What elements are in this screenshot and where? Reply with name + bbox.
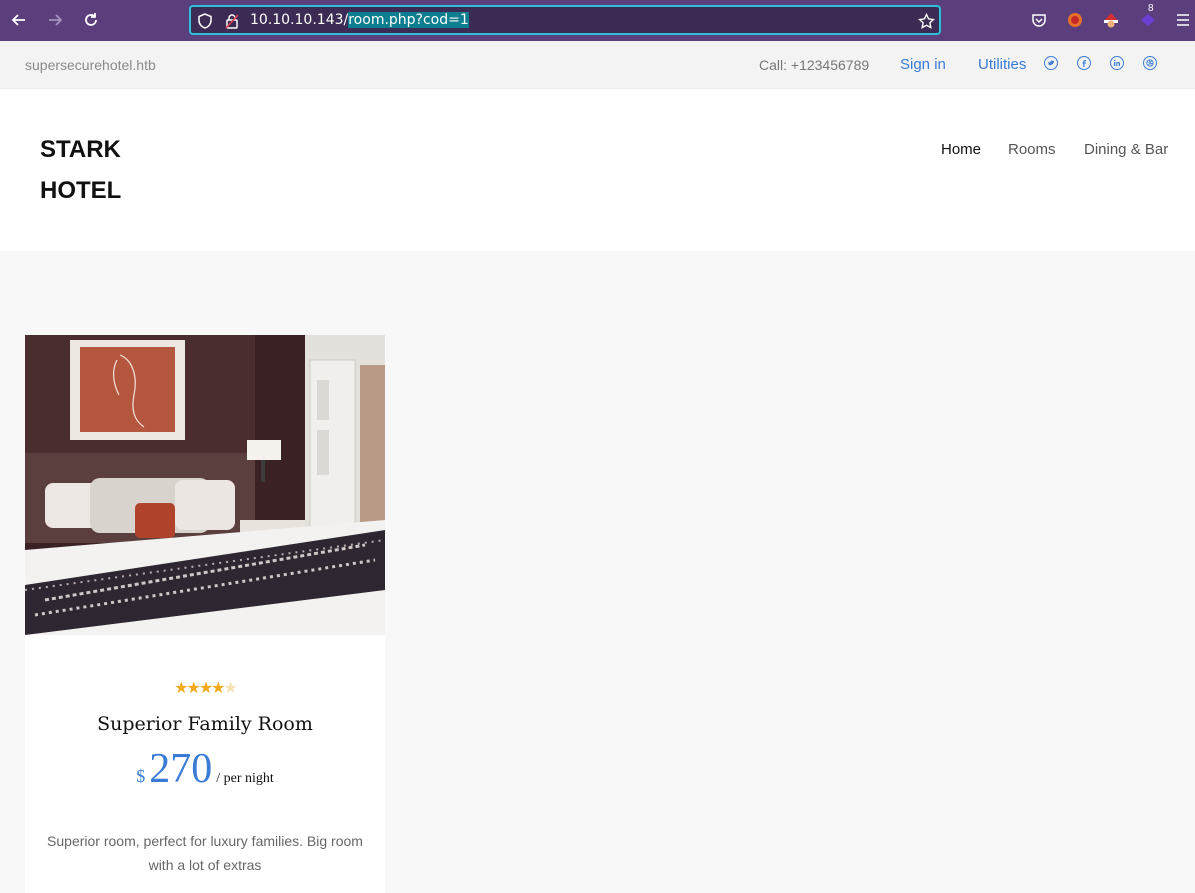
dribbble-icon[interactable] [1143, 56, 1157, 70]
nav-home[interactable]: Home [941, 141, 981, 158]
price-currency: $ [136, 766, 146, 786]
url-text[interactable]: 10.10.10.143/room.php?cod=1 [250, 12, 469, 28]
twitter-icon[interactable] [1044, 56, 1058, 70]
facebook-icon[interactable] [1077, 56, 1091, 70]
room-price: $ 270 / per night [25, 745, 385, 793]
shield-icon[interactable] [196, 12, 214, 30]
logo-line-2: HOTEL [40, 177, 122, 204]
url-host: 10.10.10.143/ [250, 12, 349, 28]
site-logo[interactable]: STARK HOTEL [40, 129, 121, 211]
room-description: Superior room, perfect for luxury famili… [47, 833, 363, 873]
price-unit: / per night [216, 771, 274, 786]
sign-in-link[interactable]: Sign in [900, 56, 946, 73]
site-domain: supersecurehotel.htb [25, 57, 156, 73]
bookmark-star-icon[interactable] [917, 12, 935, 30]
top-info-bar: supersecurehotel.htb Call: +123456789 Si… [0, 41, 1195, 89]
utilities-link[interactable]: Utilities [978, 56, 1026, 73]
linkedin-icon[interactable] [1110, 56, 1124, 70]
room-title[interactable]: Superior Family Room [25, 713, 385, 735]
star-icon: ★ [211, 680, 225, 697]
reload-icon[interactable] [80, 9, 102, 31]
forward-icon[interactable] [44, 9, 66, 31]
star-icon: ★ [198, 680, 213, 697]
star-icon: ★ [186, 680, 200, 697]
extension-badge-icon[interactable]: 8 [1138, 3, 1158, 31]
star-icon: ★ [174, 680, 188, 697]
url-path: room.php?cod=1 [348, 12, 469, 28]
url-bar[interactable]: 10.10.10.143/room.php?cod=1 [189, 5, 941, 35]
nav-rooms[interactable]: Rooms [1008, 141, 1056, 158]
extension-hackbar-icon[interactable] [1066, 9, 1084, 31]
insecure-lock-icon[interactable] [223, 12, 241, 30]
browser-toolbar: 10.10.10.143/room.php?cod=1 8 [0, 0, 1195, 41]
back-icon[interactable] [8, 9, 30, 31]
menu-icon[interactable] [1174, 9, 1192, 31]
rating-stars: ★★★★★ [25, 678, 385, 698]
logo-line-1: STARK [40, 136, 121, 163]
room-photo[interactable] [25, 335, 385, 635]
call-number: Call: +123456789 [759, 57, 870, 73]
extension-santa-icon[interactable] [1101, 9, 1121, 31]
extension-badge-count: 8 [1148, 3, 1154, 14]
star-empty-icon: ★ [223, 680, 238, 697]
pocket-icon[interactable] [1030, 9, 1048, 31]
price-amount: 270 [149, 746, 213, 792]
room-card: ★★★★★ Superior Family Room $ 270 / per n… [25, 335, 385, 893]
site-header: STARK HOTEL Home Rooms Dining & Bar [0, 89, 1195, 251]
nav-dining-bar[interactable]: Dining & Bar [1084, 141, 1168, 158]
